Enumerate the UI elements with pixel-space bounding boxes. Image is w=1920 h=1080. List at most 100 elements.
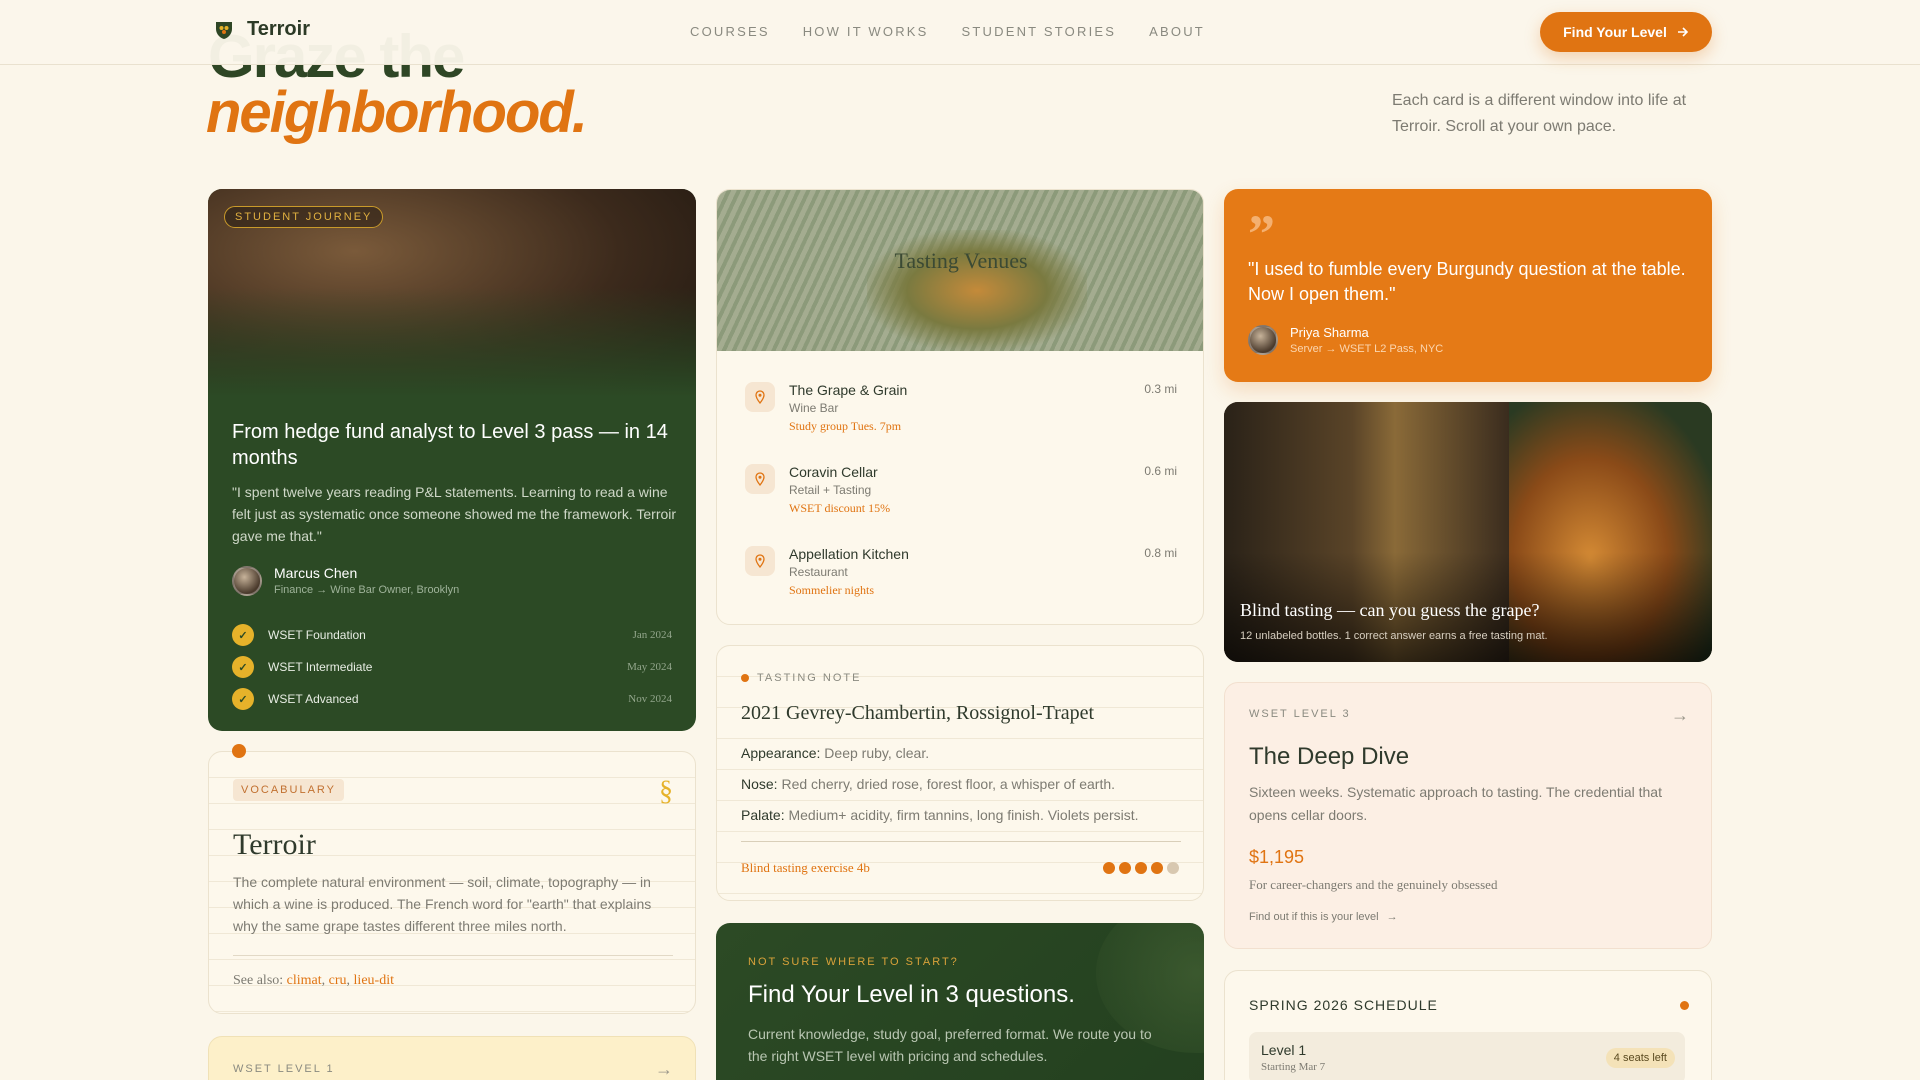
find-level-eyebrow: NOT SURE WHERE TO START? — [748, 956, 959, 968]
nose-label: Nose: — [741, 776, 778, 792]
venue-type: Retail + Tasting — [789, 483, 872, 497]
tasting-note-card[interactable]: TASTING NOTE 2021 Gevrey-Chambertin, Ros… — [716, 645, 1204, 901]
schedule-card[interactable]: SPRING 2026 SCHEDULE Level 1 Starting Ma… — [1224, 970, 1712, 1080]
exercise-link[interactable]: Blind tasting exercise 4b — [741, 860, 870, 876]
student-journey-card[interactable]: STUDENT JOURNEY From hedge fund analyst … — [208, 189, 696, 731]
milestone-row: ✓ WSET Intermediate May 2024 — [232, 651, 672, 683]
course-link-label: Find out if this is your level — [1249, 911, 1379, 923]
blind-tasting-card[interactable]: Blind tasting — can you guess the grape?… — [1224, 402, 1712, 662]
status-dot — [741, 674, 749, 682]
see-also: See also: climat, cru, lieu-dit — [233, 973, 394, 988]
avatar — [1248, 325, 1278, 355]
venue-name: Appellation Kitchen — [789, 546, 909, 562]
section-sign-icon: § — [659, 776, 673, 807]
find-level-title: Find Your Level in 3 questions. — [748, 981, 1075, 1008]
venue-distance: 0.8 mi — [1144, 546, 1177, 560]
schedule-row[interactable]: Level 1 Starting Mar 7 4 seats left — [1249, 1032, 1685, 1080]
course-eyebrow: WSET LEVEL 1 — [233, 1063, 335, 1075]
avatar — [232, 565, 262, 596]
course-price: $1,195 — [1249, 847, 1305, 867]
milestone-row: ✓ WSET Advanced Nov 2024 — [232, 683, 672, 715]
venue-item[interactable]: Appellation Kitchen Restaurant Sommelier… — [745, 546, 1177, 616]
venue-name: The Grape & Grain — [789, 382, 908, 398]
milestone-date: May 2024 — [627, 661, 672, 673]
note-appearance: Appearance: Deep ruby, clear. — [741, 745, 929, 761]
journey-person: Marcus Chen Finance → Wine Bar Owner, Br… — [232, 565, 459, 596]
journey-badge: STUDENT JOURNEY — [224, 206, 384, 228]
rating-dot — [1103, 862, 1115, 874]
nav-student-stories[interactable]: STUDENT STORIES — [962, 24, 1117, 39]
tasting-venues-card[interactable]: Tasting Venues The Grape & Grain Wine Ba… — [716, 189, 1204, 625]
arrow-right-icon: → — [1386, 911, 1398, 923]
milestone-date: Nov 2024 — [628, 693, 672, 705]
wset-level-1-card[interactable]: WSET LEVEL 1 → — [208, 1036, 696, 1080]
venues-title: Tasting Venues — [894, 248, 1028, 273]
course-eyebrow: WSET LEVEL 3 — [1249, 708, 1351, 720]
check-icon: ✓ — [232, 624, 254, 646]
testimonial-text: "I used to fumble every Burgundy questio… — [1248, 259, 1686, 304]
nav-about[interactable]: ABOUT — [1149, 24, 1205, 39]
hero-title-line2: neighborhood. — [206, 80, 588, 145]
nose-value: Red cherry, dried rose, forest floor, a … — [781, 776, 1116, 792]
journey-title: From hedge fund analyst to Level 3 pass … — [232, 421, 668, 469]
course-description: Sixteen weeks. Systematic approach to ta… — [1249, 784, 1662, 823]
venue-item[interactable]: The Grape & Grain Wine Bar Study group T… — [745, 382, 1177, 452]
venue-note: WSET discount 15% — [789, 501, 891, 515]
testimonial-name: Priya Sharma — [1290, 325, 1369, 340]
tasting-note-eyebrow: TASTING NOTE — [741, 672, 861, 684]
milestone-row: ✓ WSET Foundation Jan 2024 — [232, 619, 672, 651]
vocabulary-word: Terroir — [233, 828, 316, 861]
arrow-right-icon[interactable]: → — [1671, 705, 1689, 726]
nav-courses[interactable]: COURSES — [690, 24, 770, 39]
blind-tasting-subtitle: 12 unlabeled bottles. 1 correct answer e… — [1240, 630, 1548, 642]
see-also-link-cru[interactable]: cru — [329, 973, 347, 988]
check-icon: ✓ — [232, 688, 254, 710]
schedule-level: Level 1 — [1261, 1042, 1307, 1058]
map-pin-icon — [745, 382, 775, 412]
blind-tasting-title: Blind tasting — can you guess the grape? — [1240, 600, 1540, 620]
find-level-description: Current knowledge, study goal, preferred… — [748, 1026, 1152, 1064]
venue-type: Restaurant — [789, 565, 848, 579]
vocabulary-badge: VOCABULARY — [233, 779, 344, 801]
testimonial-role: Server → WSET L2 Pass, NYC — [1290, 343, 1444, 355]
map-pin-icon — [745, 464, 775, 494]
cta-label: Find Your Level — [1563, 24, 1667, 40]
rating-dot — [1119, 862, 1131, 874]
divider — [741, 841, 1181, 842]
venue-item[interactable]: Coravin Cellar Retail + Tasting WSET dis… — [745, 464, 1177, 534]
palate-label: Palate: — [741, 807, 785, 823]
check-icon: ✓ — [232, 656, 254, 678]
nav-how-it-works[interactable]: HOW IT WORKS — [803, 24, 929, 39]
venue-note: Study group Tues. 7pm — [789, 419, 902, 433]
schedule-title: SPRING 2026 SCHEDULE — [1249, 997, 1438, 1013]
nav-links: COURSES HOW IT WORKS STUDENT STORIES ABO… — [690, 24, 1205, 39]
vocabulary-definition: The complete natural environment — soil,… — [233, 874, 652, 934]
appearance-value: Deep ruby, clear. — [824, 745, 930, 761]
venue-distance: 0.6 mi — [1144, 464, 1177, 478]
note-palate: Palate: Medium+ acidity, firm tannins, l… — [741, 807, 1139, 823]
rating-dots — [1103, 862, 1179, 874]
see-also-link-lieu-dit[interactable]: lieu-dit — [354, 973, 394, 988]
schedule-start: Starting Mar 7 — [1261, 1061, 1326, 1073]
milestone-label: WSET Foundation — [268, 628, 366, 642]
see-also-link-climat[interactable]: climat — [287, 973, 322, 988]
vocabulary-card[interactable]: VOCABULARY § Terroir The complete natura… — [208, 751, 696, 1014]
arrow-right-icon[interactable]: → — [655, 1059, 673, 1080]
brand[interactable]: Terroir — [213, 18, 310, 41]
testimonial-person: Priya Sharma Server → WSET L2 Pass, NYC — [1248, 325, 1443, 355]
course-link[interactable]: Find out if this is your level → — [1249, 911, 1398, 923]
find-your-level-button[interactable]: Find Your Level — [1540, 12, 1712, 52]
milestones: ✓ WSET Foundation Jan 2024 ✓ WSET Interm… — [232, 619, 672, 715]
find-level-card[interactable]: NOT SURE WHERE TO START? Find Your Level… — [716, 923, 1204, 1080]
rating-dot — [1151, 862, 1163, 874]
person-role: Finance → Wine Bar Owner, Brooklyn — [274, 584, 460, 596]
venue-note: Sommelier nights — [789, 583, 874, 597]
course-audience: For career-changers and the genuinely ob… — [1249, 877, 1498, 892]
seats-badge: 4 seats left — [1605, 1048, 1675, 1068]
course-title: The Deep Dive — [1249, 743, 1410, 770]
milestone-label: WSET Advanced — [268, 692, 359, 706]
wset-level-3-card[interactable]: WSET LEVEL 3 → The Deep Dive Sixteen wee… — [1224, 682, 1712, 949]
rating-dot — [1135, 862, 1147, 874]
testimonial-card[interactable]: ” "I used to fumble every Burgundy quest… — [1224, 189, 1712, 382]
divider — [233, 955, 673, 956]
